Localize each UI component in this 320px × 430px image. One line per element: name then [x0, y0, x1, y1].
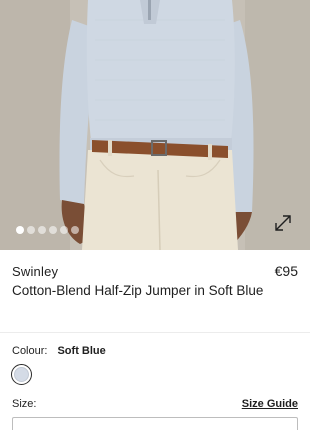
size-label: Size: — [12, 398, 37, 410]
colour-value: Soft Blue — [57, 345, 106, 357]
brand-name: Swinley — [12, 264, 59, 279]
size-select[interactable] — [12, 417, 298, 430]
product-title: Cotton-Blend Half-Zip Jumper in Soft Blu… — [12, 283, 264, 298]
colour-label: Colour: — [12, 345, 48, 357]
product-header: Swinley €95 — [12, 263, 298, 279]
gallery-dot[interactable] — [38, 226, 46, 234]
size-row: Size: Size Guide — [12, 398, 298, 410]
product-price: €95 — [274, 263, 298, 279]
gallery-dot[interactable] — [49, 226, 57, 234]
product-photo — [0, 0, 310, 250]
gallery-pagination[interactable] — [16, 226, 79, 234]
colour-swatch-soft-blue[interactable] — [11, 364, 32, 385]
size-guide-link[interactable]: Size Guide — [242, 398, 298, 410]
product-image-gallery[interactable] — [0, 0, 310, 250]
gallery-dot[interactable] — [27, 226, 35, 234]
colour-row: Colour: Soft Blue — [12, 345, 106, 357]
expand-arrows-icon[interactable] — [272, 212, 294, 234]
swatch-fill — [14, 367, 29, 382]
gallery-dot[interactable] — [60, 226, 68, 234]
gallery-dot[interactable] — [71, 226, 79, 234]
gallery-dot[interactable] — [16, 226, 24, 234]
divider — [0, 332, 310, 333]
